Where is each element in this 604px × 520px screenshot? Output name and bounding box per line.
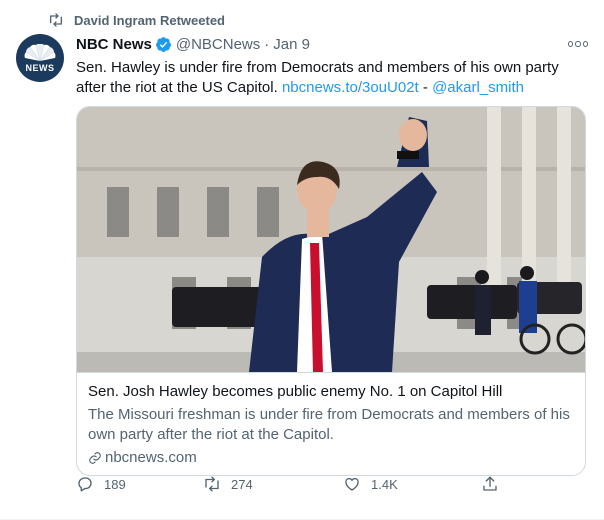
reply-button[interactable]: 189	[76, 475, 126, 493]
retweet-icon	[205, 476, 219, 492]
retweet-icon	[50, 13, 62, 27]
more-options-button[interactable]	[568, 38, 588, 50]
more-dot-icon	[582, 41, 588, 47]
author-name[interactable]: NBC News	[76, 36, 152, 53]
link-card[interactable]: Sen. Josh Hawley becomes public enemy No…	[76, 106, 586, 476]
card-image	[77, 107, 585, 372]
reply-count: 189	[104, 476, 126, 492]
like-count: 1.4K	[371, 476, 398, 492]
retweet-count: 274	[231, 476, 253, 492]
retweet-indicator[interactable]: David Ingram Retweeted	[48, 12, 225, 28]
card-domain-text: nbcnews.com	[105, 449, 197, 466]
more-dot-icon	[568, 41, 574, 47]
reply-icon	[78, 477, 92, 492]
heart-icon	[345, 477, 359, 491]
like-button[interactable]: 1.4K	[343, 475, 398, 493]
link-separator: -	[418, 79, 433, 96]
tweet-header: NBC News @NBCNews · Jan 9	[76, 36, 588, 53]
retweet-label: David Ingram Retweeted	[74, 12, 225, 28]
card-description: The Missouri freshman is under fire from…	[88, 406, 570, 443]
tweet-mention[interactable]: @akarl_smith	[432, 79, 524, 96]
card-title: Sen. Josh Hawley becomes public enemy No…	[88, 383, 503, 400]
author-handle[interactable]: @NBCNews	[176, 36, 260, 53]
header-separator: ·	[264, 36, 270, 53]
tweet-date[interactable]: Jan 9	[273, 36, 310, 53]
tweet-text: Sen. Hawley is under fire from Democrats…	[76, 58, 586, 98]
avatar[interactable]: NEWS	[16, 34, 64, 82]
tweet-link[interactable]: nbcnews.to/3ouU02t	[282, 79, 419, 96]
link-icon	[89, 451, 101, 464]
card-domain: nbcnews.com	[88, 449, 197, 466]
retweet-button[interactable]: 274	[203, 475, 253, 493]
share-button[interactable]	[481, 475, 509, 493]
share-icon	[483, 476, 497, 491]
verified-badge-icon	[155, 37, 171, 52]
card-body: Sen. Josh Hawley becomes public enemy No…	[77, 372, 585, 475]
more-dot-icon	[575, 41, 581, 47]
avatar-logo-text: NEWS	[25, 62, 55, 73]
nbc-peacock-icon	[24, 43, 56, 61]
